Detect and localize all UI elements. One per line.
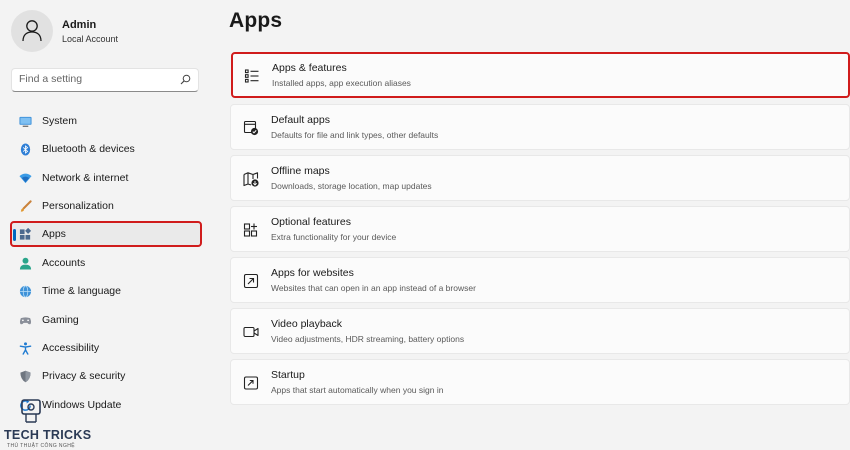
shield-icon: [20, 370, 31, 383]
sidebar-item-label: Privacy & security: [42, 370, 126, 382]
sidebar-item-system[interactable]: System: [11, 109, 201, 133]
card-subtitle: Installed apps, app execution aliases: [272, 78, 411, 88]
bluetooth-icon: [20, 143, 31, 156]
account-type: Local Account: [62, 34, 119, 44]
sidebar-item-label: Gaming: [42, 314, 79, 326]
card-title: Optional features: [271, 216, 351, 228]
video-icon: [243, 326, 259, 338]
accessibility-icon: [19, 342, 32, 355]
sidebar-item-personalization[interactable]: Personalization: [11, 194, 201, 218]
card-optional-features[interactable]: Optional features Extra functionality fo…: [230, 206, 850, 252]
monitor-icon: [19, 116, 32, 127]
person-icon: [19, 257, 32, 270]
card-title: Default apps: [271, 114, 330, 126]
watermark-tagline: THỦ THUẬT CÔNG NGHỆ: [7, 443, 75, 449]
card-subtitle: Websites that can open in an app instead…: [271, 283, 476, 293]
sidebar-item-network[interactable]: Network & internet: [11, 166, 201, 190]
card-subtitle: Defaults for file and link types, other …: [271, 130, 439, 140]
sidebar-item-apps[interactable]: Apps: [10, 221, 202, 247]
card-offline-maps[interactable]: Offline maps Downloads, storage location…: [230, 155, 850, 201]
card-default-apps[interactable]: Default apps Defaults for file and link …: [230, 104, 850, 150]
card-subtitle: Downloads, storage location, map updates: [271, 181, 432, 191]
sidebar-item-accessibility[interactable]: Accessibility: [11, 336, 201, 360]
sidebar-item-label: System: [42, 115, 78, 127]
wifi-icon: [19, 173, 32, 184]
globe-clock-icon: [19, 285, 32, 298]
card-title: Offline maps: [271, 165, 330, 177]
sidebar-item-time-language[interactable]: Time & language: [11, 279, 201, 303]
card-subtitle: Extra functionality for your device: [271, 232, 397, 242]
sidebar-item-accounts[interactable]: Accounts: [11, 251, 201, 275]
sidebar-item-label: Apps: [42, 228, 66, 240]
search-box[interactable]: [11, 68, 199, 92]
grid-plus-icon: [243, 223, 258, 237]
card-title: Apps for websites: [271, 267, 354, 279]
card-video-playback[interactable]: Video playback Video adjustments, HDR st…: [230, 308, 850, 354]
sidebar-item-label: Personalization: [42, 200, 114, 212]
card-title: Video playback: [271, 318, 343, 330]
open-in-app-icon: [243, 273, 259, 289]
card-apps-for-websites[interactable]: Apps for websites Websites that can open…: [230, 257, 850, 303]
search-input[interactable]: [19, 73, 174, 85]
avatar[interactable]: [11, 10, 53, 52]
map-icon: [243, 172, 259, 187]
card-title: Startup: [271, 369, 305, 381]
sidebar-item-label: Time & language: [42, 285, 121, 297]
sidebar-item-label: Bluetooth & devices: [42, 143, 135, 155]
apps-icon: [19, 228, 32, 240]
watermark-brand: TECH TRICKS: [4, 428, 92, 442]
sidebar-item-privacy-security[interactable]: Privacy & security: [11, 364, 201, 388]
sidebar-item-label: Accounts: [42, 257, 86, 269]
sidebar-item-label: Accessibility: [42, 342, 100, 354]
person-icon: [22, 20, 42, 42]
card-startup[interactable]: Startup Apps that start automatically wh…: [230, 359, 850, 405]
sidebar: Admin Local Account System Bluetooth & d…: [0, 0, 215, 450]
user-name: Admin: [62, 19, 97, 31]
sidebar-item-bluetooth[interactable]: Bluetooth & devices: [11, 137, 201, 161]
list-icon: [244, 69, 259, 83]
startup-icon: [243, 376, 259, 390]
search-icon[interactable]: [180, 74, 191, 85]
page-title: Apps: [229, 9, 283, 32]
card-title: Apps & features: [272, 62, 347, 74]
sidebar-item-label: Network & internet: [42, 172, 129, 184]
gamepad-icon: [19, 317, 32, 325]
card-subtitle: Video adjustments, HDR streaming, batter…: [271, 334, 465, 344]
default-apps-icon: [243, 120, 259, 136]
brush-icon: [20, 200, 32, 212]
sidebar-item-gaming[interactable]: Gaming: [11, 308, 201, 332]
card-apps-features[interactable]: Apps & features Installed apps, app exec…: [231, 52, 850, 98]
card-subtitle: Apps that start automatically when you s…: [271, 385, 444, 395]
